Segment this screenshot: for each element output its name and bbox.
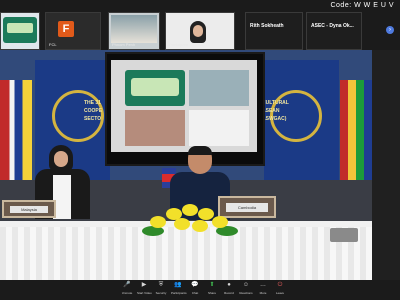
reactions-button[interactable]: ☺ Reactions (239, 281, 253, 297)
projected-slide (125, 70, 185, 106)
zoom-meeting-window: Rath Savin F FCL Phnom Penh Participant … (0, 0, 400, 300)
banner-text: CULTURAL (262, 100, 289, 106)
participant-name: ASEC - Dyna Ok... (311, 23, 354, 29)
record-icon: ● (227, 282, 231, 288)
chat-icon: 💬 (191, 282, 199, 288)
banner-text: SECTO (84, 116, 102, 122)
reactions-icon: ☺ (242, 282, 250, 288)
banner-text: COOPE (84, 108, 103, 114)
leave-button[interactable]: ⏻ Leave (273, 281, 287, 297)
active-speaker-video: THE 31 COOPE SECTO CULTURAL ASEAN ASWGAC… (0, 50, 372, 280)
participant-tile-5[interactable]: Rith Sokheath (245, 12, 303, 50)
record-button[interactable]: ● Record (222, 281, 236, 297)
room-video (111, 15, 157, 43)
mic-icon: 🎤 (123, 282, 131, 288)
more-button[interactable]: … More (256, 281, 270, 297)
share-icon: ⬆ (209, 282, 215, 288)
microphone (330, 228, 358, 242)
participant-name: Rith Sokheath (250, 23, 284, 29)
nameplate-left: Malaysia (2, 200, 56, 218)
participant-tile-1[interactable]: Rath Savin (0, 12, 40, 50)
flower-arrangement (140, 202, 240, 242)
participant-strip: Rath Savin F FCL Phnom Penh Participant … (0, 0, 400, 50)
participant-tile-2[interactable]: F FCL (45, 12, 101, 50)
participant-name: Participant (169, 42, 188, 47)
participants-icon: 👥 (174, 282, 182, 288)
chat-button[interactable]: 💬 Chat (188, 281, 202, 297)
banner-text: THE 31 (84, 100, 101, 106)
participant-tile-3[interactable]: Phnom Penh (108, 12, 160, 50)
leave-icon: ⏻ (277, 282, 283, 288)
avatar: F (58, 21, 74, 37)
security-icon: ⛨ (158, 282, 164, 288)
participant-name: Phnom Penh (112, 42, 136, 47)
participant-name: FCL (49, 42, 57, 47)
meeting-code-label: Code: W W E U V (330, 2, 394, 9)
start-video-button[interactable]: ▶ Start Video (137, 281, 152, 297)
participant-tile-6[interactable]: ASEC - Dyna Ok... (306, 12, 362, 50)
participant-tile-4[interactable]: Participant (165, 12, 235, 50)
shared-slide-thumbnail (3, 17, 37, 43)
share-button[interactable]: ⬆ Share (205, 281, 219, 297)
projected-video (189, 110, 249, 146)
participants-button[interactable]: 👥 Participants (171, 281, 187, 297)
meeting-toolbar: 🎤 Unmute ▶ Start Video ⛨ Security 👥 Part… (0, 280, 400, 300)
projected-video (125, 110, 185, 146)
video-icon: ▶ (141, 282, 147, 288)
security-button[interactable]: ⛨ Security (154, 281, 168, 297)
unmute-button[interactable]: 🎤 Unmute (120, 281, 134, 297)
projected-video (189, 70, 249, 106)
more-icon: … (260, 282, 266, 288)
banner-text: ASWGAC) (262, 116, 287, 122)
next-page-icon[interactable]: › (386, 26, 394, 34)
participant-name: Rath Savin (4, 42, 24, 47)
